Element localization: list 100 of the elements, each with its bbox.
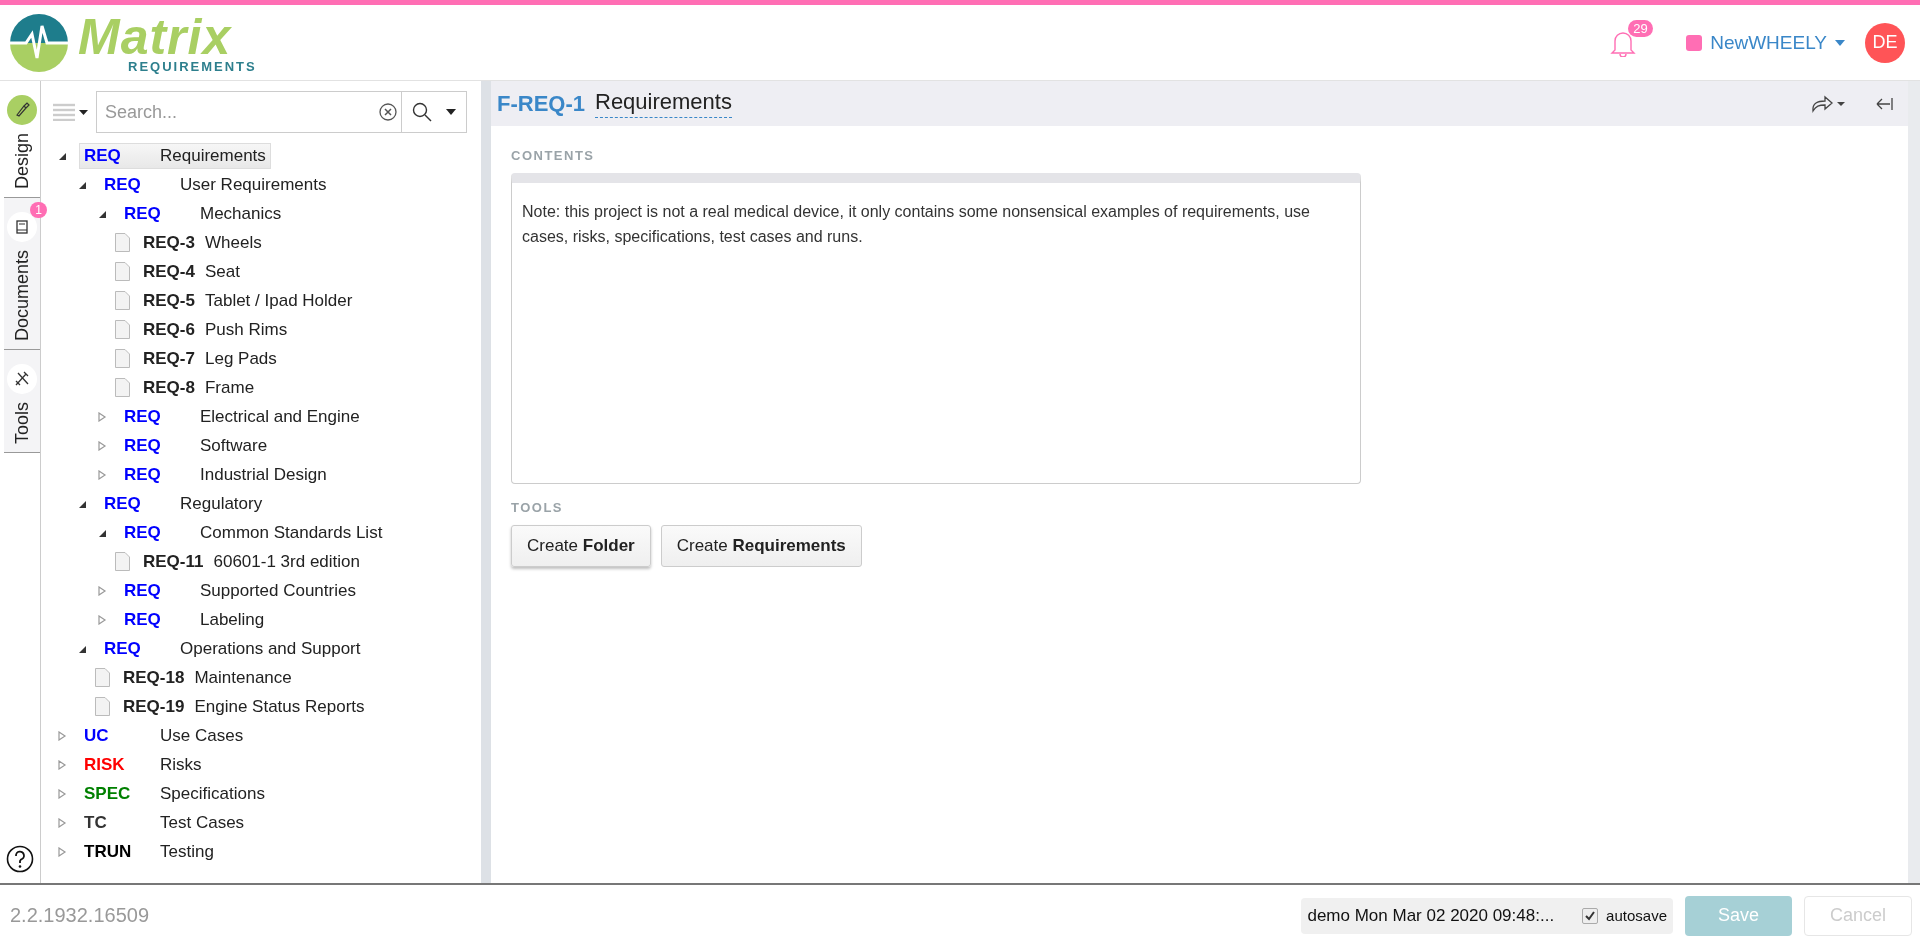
search-field[interactable]: Search... <box>96 91 402 133</box>
tree-folder[interactable]: REQ Electrical and Engine <box>119 403 365 430</box>
document-icon <box>115 349 130 368</box>
folder-title: Supported Countries <box>200 580 356 601</box>
folder-prefix: REQ <box>124 609 162 630</box>
document-icon <box>95 697 110 716</box>
item-title: Seat <box>204 261 240 282</box>
collapsed-arrow-icon[interactable] <box>97 614 107 625</box>
folder-prefix: REQ <box>124 203 162 224</box>
collapsed-arrow-icon[interactable] <box>97 411 107 422</box>
autosave-checkbox[interactable] <box>1582 907 1599 924</box>
create-button[interactable]: Create Folder <box>511 525 651 567</box>
document-icon <box>95 668 110 687</box>
folder-prefix: REQ <box>104 638 142 659</box>
item-id: REQ-8 <box>143 377 195 398</box>
collapsed-arrow-icon[interactable] <box>57 730 67 741</box>
folder-title: Software <box>200 435 268 456</box>
item-title: Wheels <box>204 232 262 253</box>
tree-item[interactable]: REQ-19 Engine Status Reports <box>118 693 370 720</box>
tree-item[interactable]: REQ-4 Seat <box>138 258 245 285</box>
document-icon <box>115 378 130 397</box>
tree-folder[interactable]: REQ Operations and Support <box>99 635 366 662</box>
collapsed-arrow-icon[interactable] <box>97 440 107 451</box>
folder-prefix: REQ <box>124 580 162 601</box>
collapse-icon[interactable] <box>1876 95 1894 112</box>
item-id: REQ-19 <box>123 696 185 717</box>
tab-badge: 1 <box>30 202 47 219</box>
folder-title: User Requirements <box>180 174 327 195</box>
help-icon[interactable] <box>6 845 34 873</box>
item-id: REQ-6 <box>143 319 195 340</box>
tree-item[interactable]: REQ-5 Tablet / Ipad Holder <box>138 287 358 314</box>
tree-item[interactable]: REQ-18 Maintenance <box>118 664 297 691</box>
side-tab[interactable]: Tools <box>4 350 40 454</box>
folder-title: Test Cases <box>160 812 245 833</box>
tree-folder[interactable]: TRUN Testing <box>79 838 219 865</box>
collapsed-arrow-icon[interactable] <box>97 469 107 480</box>
folder-prefix: REQ <box>104 493 142 514</box>
tree-folder[interactable]: REQ Requirements <box>79 142 271 169</box>
folder-title: Common Standards List <box>200 522 383 543</box>
text-editor[interactable]: Note: this project is not a real medical device, it only contains some nonsensical examples of requirements, use cases, risks, specifications, test cases and runs. <box>511 173 1361 484</box>
status-text: demo Mon Mar 02 2020 09:48:... <box>1307 905 1555 926</box>
tree-folder[interactable]: REQ Mechanics <box>119 200 287 227</box>
tree-folder[interactable]: RISK Risks <box>79 751 207 778</box>
tree-folder[interactable]: REQ Labeling <box>119 606 270 633</box>
document-icon <box>115 320 130 339</box>
tree-item[interactable]: REQ-7 Leg Pads <box>138 345 282 372</box>
collapsed-arrow-icon[interactable] <box>97 585 107 596</box>
collapsed-arrow-icon[interactable] <box>57 846 67 857</box>
tree-item[interactable]: REQ-8 Frame <box>138 374 260 401</box>
tree-item[interactable]: REQ-6 Push Rims <box>138 316 293 343</box>
notification-count: 29 <box>1628 19 1653 37</box>
create-button[interactable]: Create Requirements <box>660 525 862 567</box>
tree-folder[interactable]: REQ Regulatory <box>99 490 268 517</box>
folder-prefix: REQ <box>124 522 162 543</box>
item-id: REQ-18 <box>123 667 185 688</box>
item-title: Frame <box>204 377 255 398</box>
tree-folder[interactable]: REQ Software <box>119 432 273 459</box>
project-selector[interactable]: NewWHEELY <box>1686 31 1845 54</box>
item-id: REQ-11 <box>143 551 204 572</box>
tree-folder[interactable]: TC Test Cases <box>79 809 250 836</box>
tree-item[interactable]: REQ-11 60601-1 3rd edition <box>138 548 365 575</box>
folder-title: Use Cases <box>160 725 244 746</box>
tree-item[interactable]: REQ-3 Wheels <box>138 229 267 256</box>
caret-icon <box>446 109 456 115</box>
folder-prefix: REQ <box>104 174 142 195</box>
document-icon <box>115 552 130 571</box>
tree-folder[interactable]: UC Use Cases <box>79 722 249 749</box>
item-title: 60601-1 3rd edition <box>213 551 360 572</box>
autosave-label: autosave <box>1606 907 1667 924</box>
scrollbar[interactable] <box>1908 81 1920 883</box>
book-icon <box>13 218 31 237</box>
folder-prefix: SPEC <box>84 783 132 804</box>
folder-prefix: UC <box>84 725 110 746</box>
folder-prefix: REQ <box>124 464 162 485</box>
item-id: REQ-5 <box>143 290 195 311</box>
tab-label: Design <box>11 133 33 190</box>
item-title: Push Rims <box>204 319 288 340</box>
menu-icon <box>53 103 75 121</box>
tree-folder[interactable]: REQ Industrial Design <box>119 461 332 488</box>
tree-folder[interactable]: REQ Common Standards List <box>119 519 388 546</box>
collapsed-arrow-icon[interactable] <box>57 759 67 770</box>
folder-title: Testing <box>160 841 214 862</box>
collapsed-arrow-icon[interactable] <box>57 817 67 828</box>
folder-prefix: TRUN <box>84 841 133 862</box>
clear-icon[interactable] <box>379 103 397 121</box>
tree-folder[interactable]: REQ User Requirements <box>99 171 332 198</box>
search-button[interactable] <box>402 91 467 133</box>
collapsed-arrow-icon[interactable] <box>57 788 67 799</box>
share-icon[interactable] <box>1810 93 1846 114</box>
folder-prefix: RISK <box>84 754 126 775</box>
section-label: CONTENTS <box>511 148 596 163</box>
caret-icon <box>1835 39 1845 46</box>
folder-title: Electrical and Engine <box>200 406 360 427</box>
tree-folder[interactable]: SPEC Specifications <box>79 780 270 807</box>
project-name: NewWHEELY <box>1710 31 1827 54</box>
folder-title: Specifications <box>160 783 265 804</box>
tree-folder[interactable]: REQ Supported Countries <box>119 577 361 604</box>
logo-wordmark: Matrix <box>78 12 232 62</box>
tab-label: Documents <box>11 250 33 342</box>
item-title-field[interactable]: Requirements <box>595 89 732 118</box>
